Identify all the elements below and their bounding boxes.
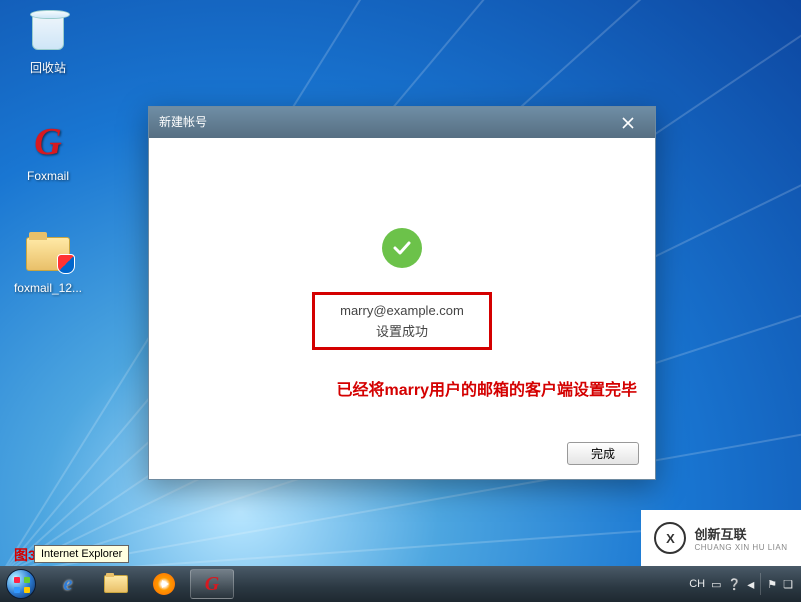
- success-check-icon: [382, 228, 422, 268]
- media-player-icon: [153, 573, 175, 595]
- taskbar-pinned-ie[interactable]: e: [46, 569, 90, 599]
- windows-orb-icon: [6, 569, 36, 599]
- result-highlight-box: marry@example.com 设置成功: [312, 292, 492, 350]
- dialog-title: 新建帐号: [159, 107, 207, 138]
- watermark-logo-icon: X: [654, 522, 686, 554]
- done-button[interactable]: 完成: [567, 442, 639, 465]
- ie-icon: e: [64, 573, 73, 596]
- watermark-brand: 创新互联: [694, 524, 787, 543]
- new-account-dialog: 新建帐号 marry@example.com 设置成功 已经将marry用户的邮…: [148, 106, 656, 480]
- folder-icon: [24, 230, 72, 278]
- taskbar-app-foxmail[interactable]: G: [190, 569, 234, 599]
- desktop-icon-foxmail[interactable]: G Foxmail: [8, 118, 88, 183]
- desktop-icon-label: Foxmail: [8, 169, 88, 183]
- account-email: marry@example.com: [319, 301, 485, 322]
- watermark: X 创新互联 CHUANG XIN HU LIAN: [641, 510, 801, 566]
- recycle-bin-icon: [24, 8, 72, 56]
- help-icon[interactable]: ❔: [728, 578, 742, 591]
- desktop-icon-foxmail-installer[interactable]: foxmail_12...: [8, 230, 88, 295]
- shield-badge-icon: [57, 254, 75, 274]
- foxmail-icon: G: [205, 573, 219, 596]
- start-button[interactable]: [0, 566, 42, 602]
- system-tray: CH ▭ ❔ ◂ ⚑ ❏: [681, 566, 801, 602]
- desktop-icon-label: 回收站: [8, 59, 88, 76]
- dialog-close-button[interactable]: [611, 113, 645, 133]
- ime-indicator[interactable]: CH: [689, 578, 705, 590]
- annotation-text: 已经将marry用户的邮箱的客户端设置完毕: [149, 376, 655, 400]
- ime-options-icon[interactable]: ▭: [711, 578, 721, 591]
- taskbar-pinned-media-player[interactable]: [142, 569, 186, 599]
- taskbar-pinned-explorer[interactable]: [94, 569, 138, 599]
- tray-chevron-icon[interactable]: ◂: [747, 576, 754, 593]
- explorer-icon: [104, 575, 128, 593]
- desktop-icon-recycle-bin[interactable]: 回收站: [8, 8, 88, 76]
- dialog-titlebar[interactable]: 新建帐号: [149, 107, 655, 138]
- setup-status: 设置成功: [319, 322, 485, 343]
- watermark-brand-pinyin: CHUANG XIN HU LIAN: [694, 543, 787, 552]
- network-icon[interactable]: ❏: [783, 578, 793, 591]
- action-center-icon[interactable]: ⚑: [767, 578, 777, 591]
- taskbar-tooltip: Internet Explorer: [34, 545, 129, 563]
- close-icon: [622, 117, 634, 129]
- tray-separator: [760, 573, 761, 595]
- desktop-icon-label: foxmail_12...: [8, 281, 88, 295]
- foxmail-icon: G: [24, 118, 72, 166]
- taskbar: e G CH ▭ ❔ ◂ ⚑ ❏: [0, 566, 801, 602]
